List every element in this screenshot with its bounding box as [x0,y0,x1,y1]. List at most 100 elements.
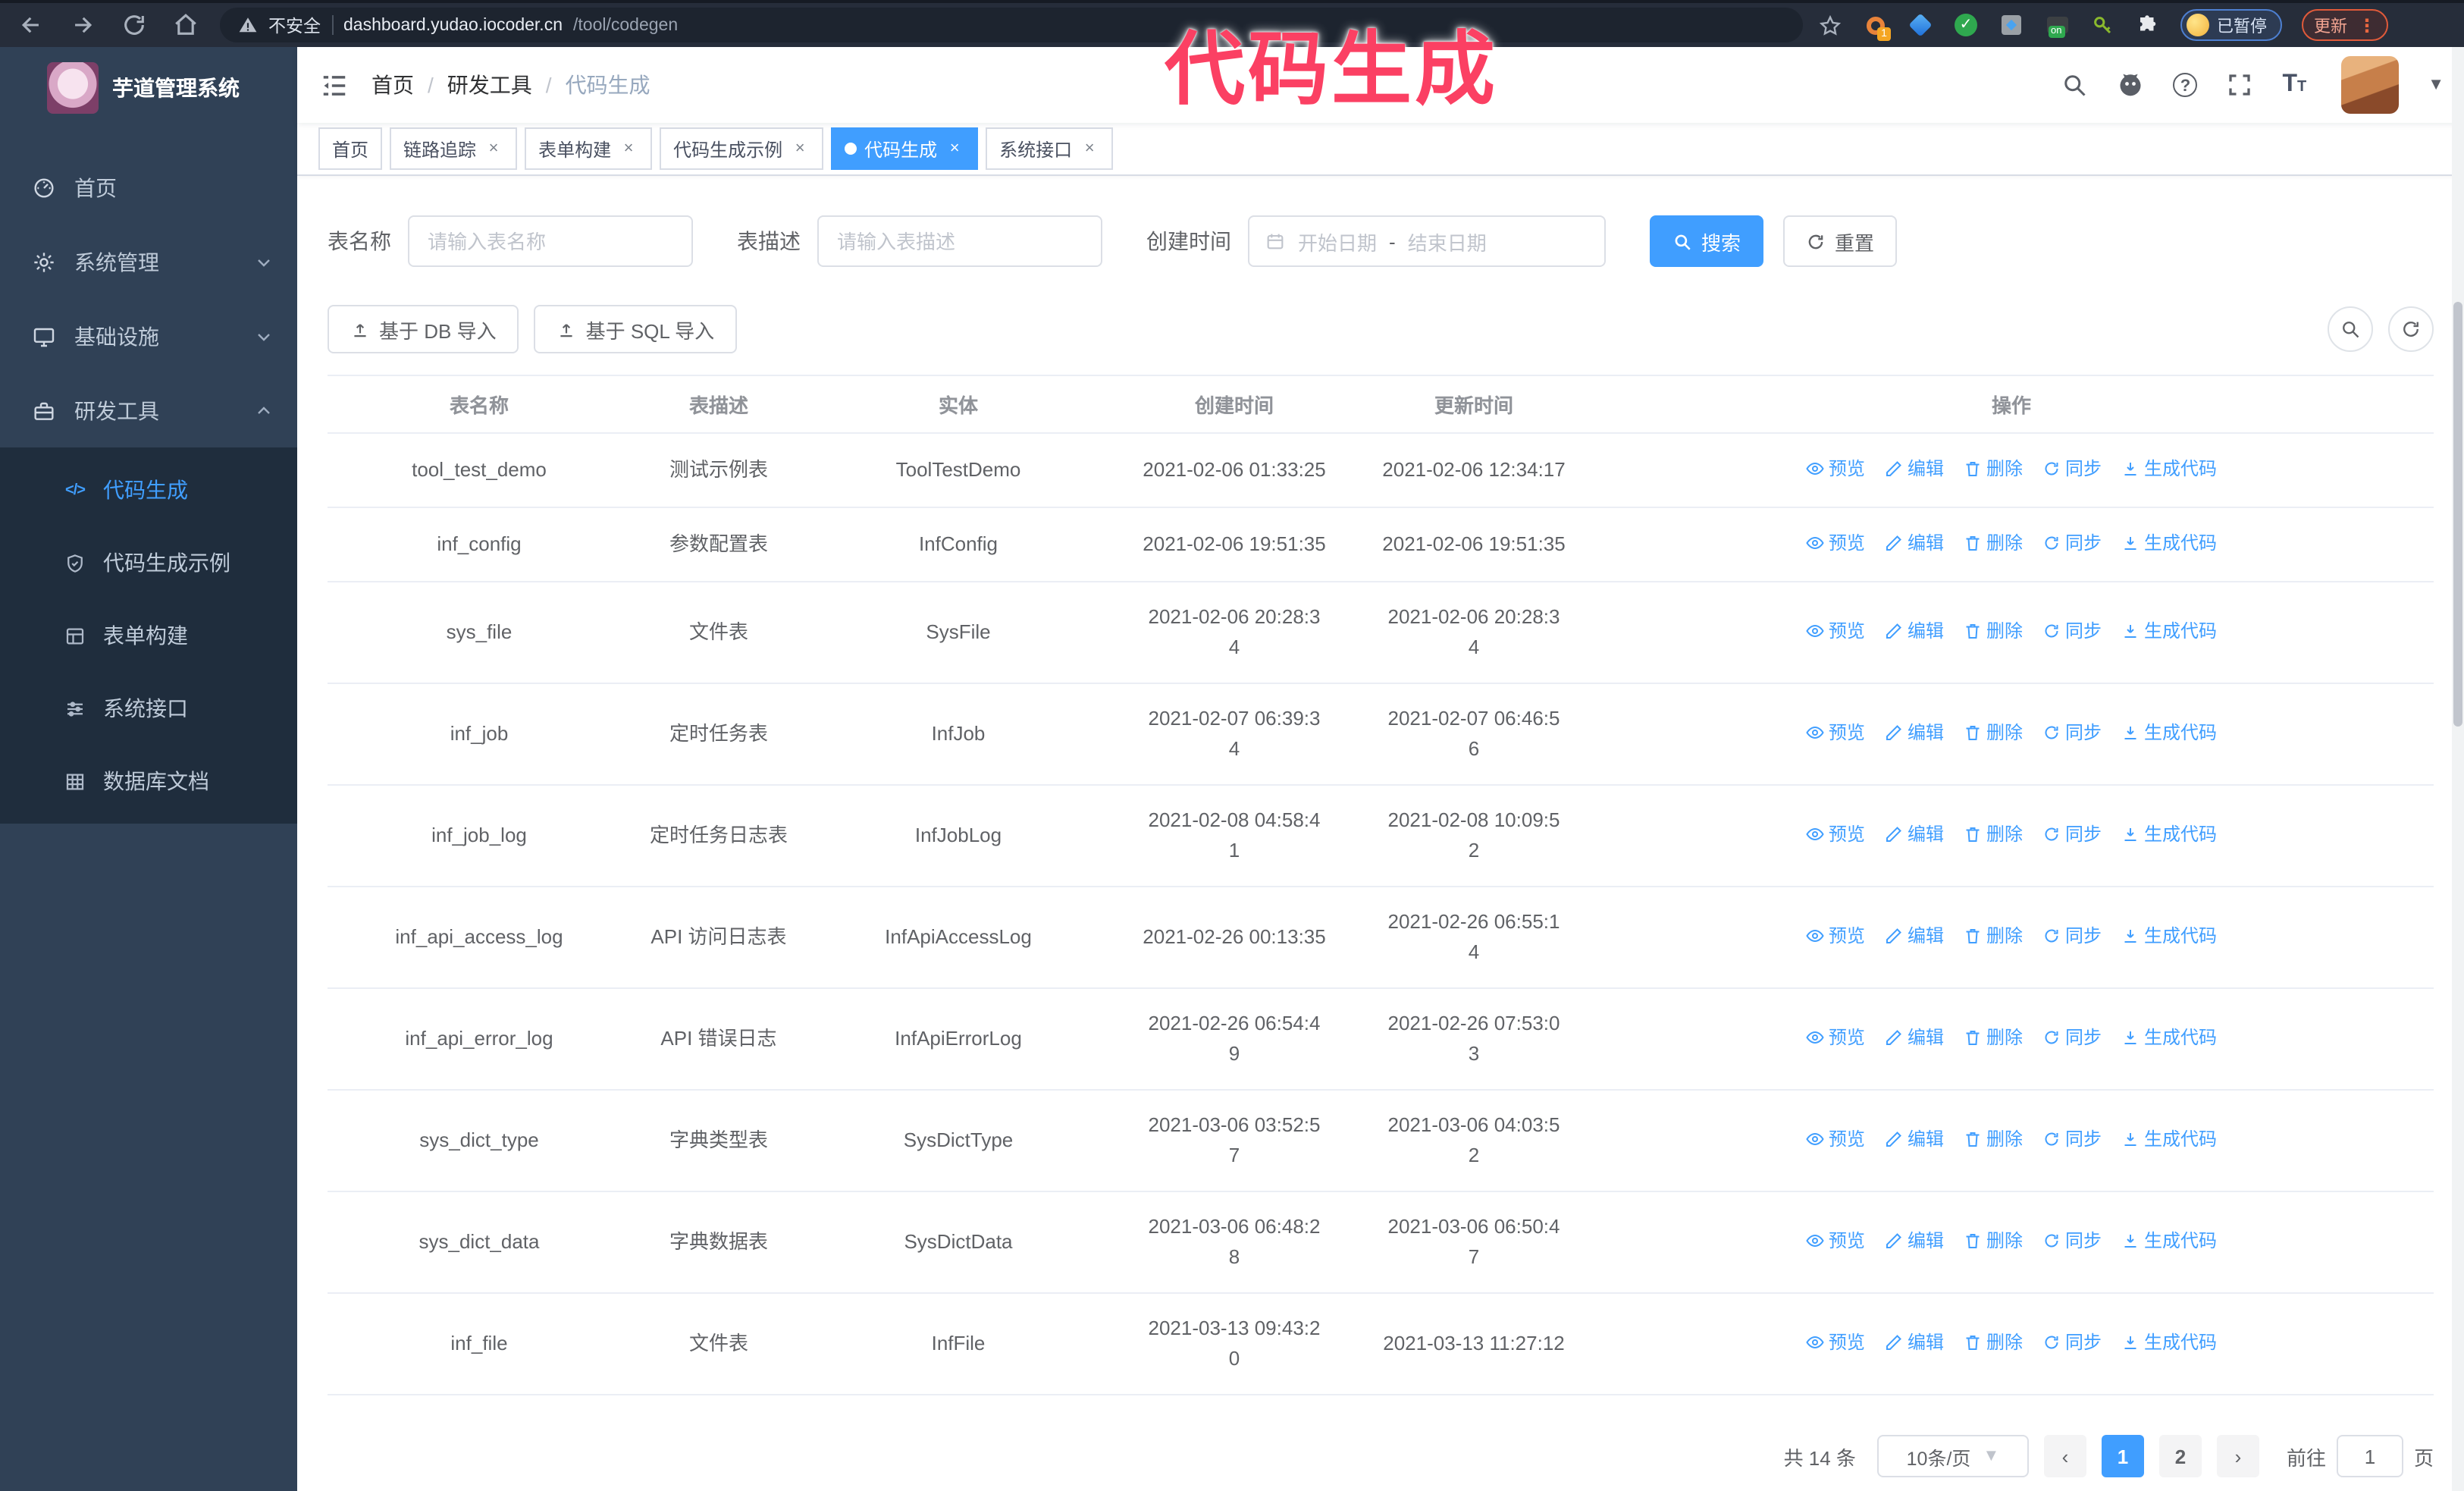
generate-code-link[interactable]: 生成代码 [2121,921,2217,951]
sync-link[interactable]: 同步 [2042,1124,2102,1154]
chevron-down-icon[interactable]: ▼ [2428,76,2444,94]
extension-orange-icon[interactable]: 1 [1862,12,1891,41]
browser-update-button[interactable]: 更新 ⋮ [2302,9,2388,41]
sidebar-item-system-api[interactable]: 系统接口 [0,672,297,745]
sync-link[interactable]: 同步 [2042,819,2102,849]
edit-link[interactable]: 编辑 [1885,1226,1944,1256]
sync-link[interactable]: 同步 [2042,1327,2102,1358]
generate-code-link[interactable]: 生成代码 [2121,1124,2217,1154]
browser-menu-icon[interactable]: ⋮ [2358,14,2376,36]
search-icon[interactable] [2061,71,2088,99]
page-button-1[interactable]: 1 [2101,1435,2144,1477]
help-icon[interactable]: ? [2173,73,2198,97]
generate-code-link[interactable]: 生成代码 [2121,1226,2217,1256]
preview-link[interactable]: 预览 [1806,1226,1865,1256]
breadcrumb-home[interactable]: 首页 [371,70,414,100]
close-icon[interactable]: × [619,139,638,159]
preview-link[interactable]: 预览 [1806,717,1865,748]
table-name-input[interactable] [408,215,693,267]
refresh-table-button[interactable] [2388,306,2434,352]
delete-link[interactable]: 删除 [1964,1124,2023,1154]
generate-code-link[interactable]: 生成代码 [2121,1327,2217,1358]
edit-link[interactable]: 编辑 [1885,819,1944,849]
scrollbar-thumb[interactable] [2453,302,2462,727]
generate-code-link[interactable]: 生成代码 [2121,616,2217,646]
scrollbar-track[interactable] [2452,47,2464,1491]
close-icon[interactable]: × [790,139,810,159]
font-size-icon[interactable]: TT [2282,71,2306,99]
sidebar-item-system-management[interactable]: 系统管理 [0,224,297,299]
delete-link[interactable]: 删除 [1964,528,2023,558]
sidebar-item-codegen-example[interactable]: 代码生成示例 [0,526,297,599]
extension-grid-icon[interactable] [1998,12,2024,38]
generate-code-link[interactable]: 生成代码 [2121,717,2217,748]
sidebar-item-infrastructure[interactable]: 基础设施 [0,299,297,373]
edit-link[interactable]: 编辑 [1885,1124,1944,1154]
tag-trace[interactable]: 链路追踪 × [390,127,518,170]
table-desc-input[interactable] [817,215,1102,267]
sidebar-item-home[interactable]: 首页 [0,150,297,224]
edit-link[interactable]: 编辑 [1885,921,1944,951]
delete-link[interactable]: 删除 [1964,1327,2023,1358]
sidebar-item-database-doc[interactable]: 数据库文档 [0,745,297,818]
bookmark-star-icon[interactable] [1818,13,1842,37]
tag-home[interactable]: 首页 [318,127,383,170]
page-size-select[interactable]: 10条/页 ▼ [1876,1435,2029,1477]
delete-link[interactable]: 删除 [1964,819,2023,849]
sidebar-item-code-generation[interactable]: </> 代码生成 [0,454,297,526]
preview-link[interactable]: 预览 [1806,1327,1865,1358]
page-button-2[interactable]: 2 [2158,1435,2202,1477]
preview-link[interactable]: 预览 [1806,1124,1865,1154]
edit-link[interactable]: 编辑 [1885,717,1944,748]
sidebar-item-form-builder[interactable]: 表单构建 [0,599,297,672]
tag-codegen-example[interactable]: 代码生成示例 × [660,127,824,170]
forward-icon[interactable] [70,12,96,38]
generate-code-link[interactable]: 生成代码 [2121,1022,2217,1053]
delete-link[interactable]: 删除 [1964,454,2023,484]
prev-page-button[interactable]: ‹ [2043,1435,2086,1477]
tag-system-api[interactable]: 系统接口 × [986,127,1114,170]
profile-paused-chip[interactable]: 已暂停 [2180,9,2282,41]
sync-link[interactable]: 同步 [2042,717,2102,748]
goto-page-input[interactable] [2336,1435,2403,1477]
preview-link[interactable]: 预览 [1806,921,1865,951]
user-avatar[interactable] [2341,56,2400,114]
sync-link[interactable]: 同步 [2042,528,2102,558]
preview-link[interactable]: 预览 [1806,454,1865,484]
reset-button[interactable]: 重置 [1783,215,1898,267]
reload-icon[interactable] [121,12,147,38]
breadcrumb-dev-tools[interactable]: 研发工具 [447,70,532,100]
toggle-search-button[interactable] [2328,306,2373,352]
extensions-puzzle-icon[interactable] [2135,12,2161,38]
generate-code-link[interactable]: 生成代码 [2121,819,2217,849]
preview-link[interactable]: 预览 [1806,819,1865,849]
search-button[interactable]: 搜索 [1650,215,1764,267]
generate-code-link[interactable]: 生成代码 [2121,454,2217,484]
extension-key-icon[interactable] [2089,12,2115,38]
preview-link[interactable]: 预览 [1806,616,1865,646]
extension-check-icon[interactable]: ✓ [1953,12,1979,38]
edit-link[interactable]: 编辑 [1885,454,1944,484]
edit-link[interactable]: 编辑 [1885,616,1944,646]
address-bar[interactable]: 不安全 dashboard.yudao.iocoder.cn/tool/code… [220,8,1803,42]
app-logo[interactable]: 芋道管理系统 [0,47,297,129]
delete-link[interactable]: 删除 [1964,616,2023,646]
generate-code-link[interactable]: 生成代码 [2121,528,2217,558]
extension-gem-icon[interactable] [1908,12,1933,38]
preview-link[interactable]: 预览 [1806,528,1865,558]
sync-link[interactable]: 同步 [2042,921,2102,951]
close-icon[interactable]: × [484,139,503,159]
edit-link[interactable]: 编辑 [1885,1022,1944,1053]
github-icon[interactable] [2117,71,2144,99]
delete-link[interactable]: 删除 [1964,1226,2023,1256]
import-db-button[interactable]: 基于 DB 导入 [328,305,519,353]
edit-link[interactable]: 编辑 [1885,1327,1944,1358]
fullscreen-icon[interactable] [2226,71,2253,99]
extension-on-icon[interactable]: on [2044,12,2070,38]
sync-link[interactable]: 同步 [2042,1022,2102,1053]
sync-link[interactable]: 同步 [2042,454,2102,484]
date-range-picker[interactable]: 开始日期 - 结束日期 [1248,215,1606,267]
close-icon[interactable]: × [1080,139,1099,159]
tag-form-builder[interactable]: 表单构建 × [525,127,653,170]
home-icon[interactable] [173,12,199,38]
